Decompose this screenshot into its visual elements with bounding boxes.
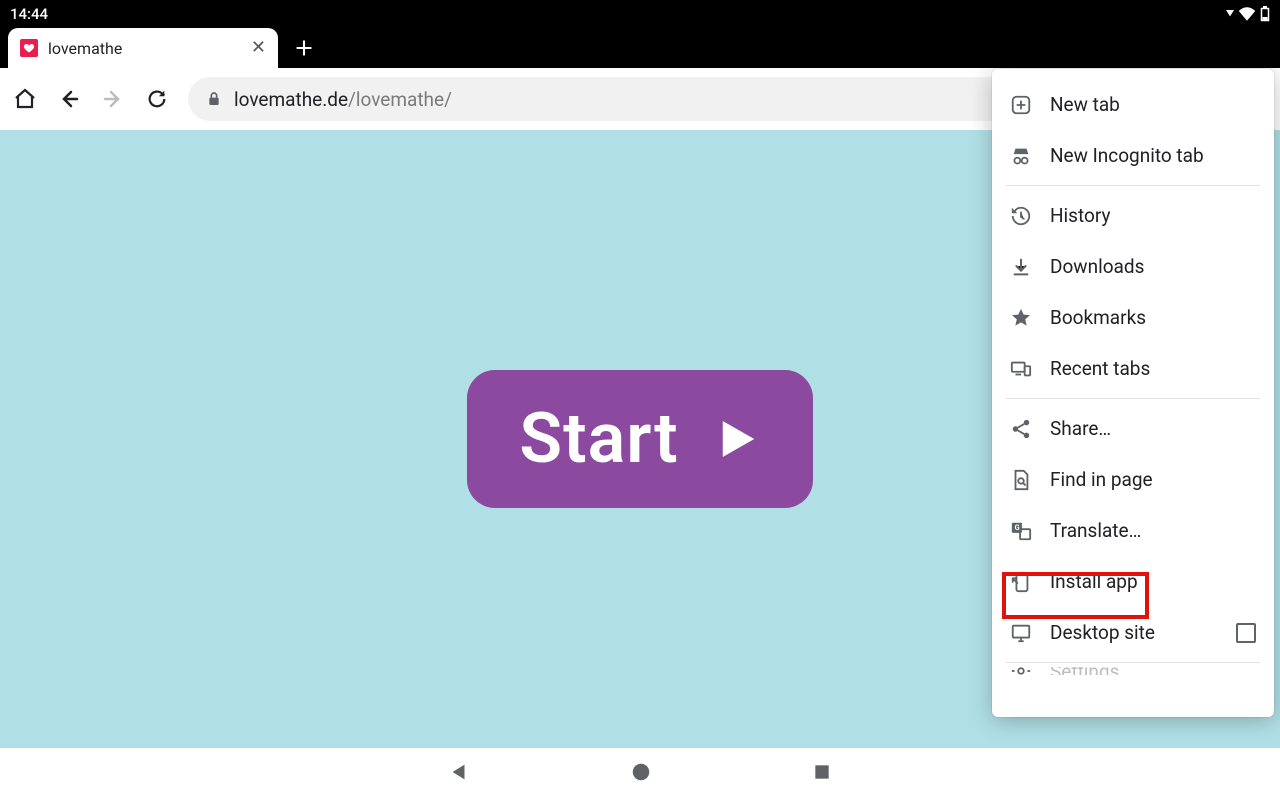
devices-icon [1010, 358, 1032, 380]
gear-icon [1010, 667, 1032, 675]
menu-downloads[interactable]: Downloads [992, 241, 1274, 292]
translate-icon: G [1010, 520, 1032, 542]
incognito-icon [1010, 145, 1032, 167]
install-icon [1010, 571, 1032, 593]
triangle-down-icon [1226, 10, 1234, 18]
menu-new-tab[interactable]: New tab [992, 79, 1274, 130]
back-button[interactable] [56, 86, 82, 112]
menu-incognito[interactable]: New Incognito tab [992, 130, 1274, 181]
browser-tab[interactable]: lovemathe ✕ [8, 28, 278, 68]
menu-label: Downloads [1050, 255, 1144, 278]
plus-square-icon [1010, 94, 1032, 116]
menu-translate[interactable]: G Translate… [992, 505, 1274, 556]
status-icons [1226, 6, 1270, 22]
favicon [20, 39, 38, 57]
reload-button[interactable] [144, 86, 170, 112]
lock-icon [206, 91, 222, 107]
battery-icon [1260, 6, 1270, 22]
menu-separator [1006, 398, 1260, 399]
menu-label: Desktop site [1050, 621, 1155, 644]
home-button[interactable] [12, 86, 38, 112]
tab-title: lovemathe [48, 39, 241, 58]
menu-bookmarks[interactable]: Bookmarks [992, 292, 1274, 343]
share-icon [1010, 418, 1032, 440]
close-tab-icon[interactable]: ✕ [251, 39, 266, 57]
status-time: 14:44 [10, 5, 48, 23]
nav-home-button[interactable] [630, 761, 652, 787]
menu-label: History [1050, 204, 1110, 227]
menu-label: Translate… [1050, 519, 1141, 542]
start-label: Start [519, 398, 678, 480]
menu-label: Recent tabs [1050, 357, 1150, 380]
menu-desktop-site[interactable]: Desktop site [992, 607, 1274, 658]
overflow-menu: New tab New Incognito tab History Downlo… [992, 69, 1274, 717]
svg-text:G: G [1015, 523, 1020, 532]
menu-recent-tabs[interactable]: Recent tabs [992, 343, 1274, 394]
desktop-checkbox[interactable] [1236, 623, 1256, 643]
menu-label: New tab [1050, 93, 1120, 116]
menu-label: Bookmarks [1050, 306, 1146, 329]
tab-strip: lovemathe ✕ [0, 28, 1280, 68]
history-icon [1010, 205, 1032, 227]
forward-button [100, 86, 126, 112]
menu-history[interactable]: History [992, 190, 1274, 241]
menu-install-app[interactable]: Install app [992, 556, 1274, 607]
menu-label: Find in page [1050, 468, 1153, 491]
system-nav-bar [0, 748, 1280, 800]
menu-label: Install app [1050, 570, 1138, 593]
menu-settings[interactable]: Settings [992, 667, 1274, 675]
menu-separator [1006, 662, 1260, 663]
star-icon [1010, 307, 1032, 329]
download-icon [1010, 256, 1032, 278]
status-bar: 14:44 [0, 0, 1280, 28]
nav-recent-button[interactable] [812, 762, 832, 786]
nav-back-button[interactable] [448, 761, 470, 787]
menu-separator [1006, 185, 1260, 186]
play-icon [707, 412, 761, 466]
menu-label: Share… [1050, 417, 1111, 440]
wifi-icon [1238, 7, 1256, 21]
start-button[interactable]: Start [467, 370, 812, 508]
url-text: lovemathe.de/lovemathe/ [234, 88, 452, 111]
desktop-icon [1010, 622, 1032, 644]
menu-find-in-page[interactable]: Find in page [992, 454, 1274, 505]
menu-share[interactable]: Share… [992, 403, 1274, 454]
menu-label: New Incognito tab [1050, 144, 1204, 167]
new-tab-button[interactable] [284, 28, 324, 68]
find-in-page-icon [1010, 469, 1032, 491]
menu-label: Settings [1050, 667, 1119, 675]
